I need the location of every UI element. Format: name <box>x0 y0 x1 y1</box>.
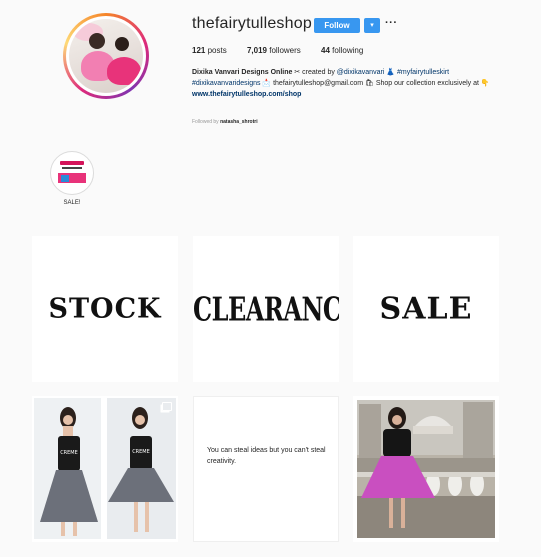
following-stat[interactable]: 44 following <box>321 46 363 55</box>
website-link[interactable]: www.thefairytulleshop.com/shop <box>192 91 301 98</box>
post-sale[interactable]: SALE <box>353 236 499 382</box>
post-clearance[interactable]: CLEARANCE <box>193 236 339 382</box>
post-stock[interactable]: STOCK <box>32 236 178 382</box>
followed-by-user-link[interactable]: natasha_shrotri <box>220 119 258 125</box>
bio-full-name: Dixika Vanvari Designs Online <box>192 69 293 76</box>
followers-stat[interactable]: 7,019 followers <box>247 46 301 55</box>
svg-text:CREME: CREME <box>132 449 150 455</box>
avatar-photo <box>69 19 143 93</box>
followed-by-text: Followed by natasha_shrotri <box>192 119 258 125</box>
multi-photo-icon <box>162 402 172 411</box>
post-image: CREME CREME <box>34 398 176 539</box>
post-photo-gray-skirts[interactable]: CREME CREME <box>32 396 178 542</box>
post-text: STOCK <box>48 293 162 325</box>
svg-text:CREME: CREME <box>60 450 78 456</box>
post-text: SALE <box>379 291 473 327</box>
more-options-icon[interactable]: ··· <box>385 17 398 29</box>
highlight-label: SALE! <box>63 200 81 206</box>
bio-mention-link[interactable]: @dixikavanvari <box>337 69 385 76</box>
bio-hashtag-link[interactable]: #dixikavanvaridesigns <box>192 80 260 87</box>
profile-stats: 121 posts 7,019 followers 44 following <box>192 46 381 55</box>
highlight-sale[interactable] <box>50 151 94 195</box>
profile-username: thefairytulleshop <box>192 15 312 32</box>
chevron-down-icon[interactable]: ▾ <box>364 18 380 33</box>
post-quote[interactable]: You can steal ideas but you can't steal … <box>193 396 339 542</box>
profile-bio: Dixika Vanvari Designs Online ✂ created … <box>192 69 490 98</box>
highlight-cover-image <box>54 155 90 191</box>
post-image <box>357 400 495 538</box>
post-quote-text: You can steal ideas but you can't steal … <box>207 447 326 465</box>
post-text: CLEARANCE <box>193 289 339 329</box>
follow-button[interactable]: Follow <box>314 18 360 33</box>
posts-stat: 121 posts <box>192 46 227 55</box>
bio-hashtag-link[interactable]: #myfairytulleskirt <box>397 69 449 76</box>
post-photo-pink-skirt[interactable] <box>353 396 499 542</box>
profile-avatar[interactable] <box>63 13 149 99</box>
